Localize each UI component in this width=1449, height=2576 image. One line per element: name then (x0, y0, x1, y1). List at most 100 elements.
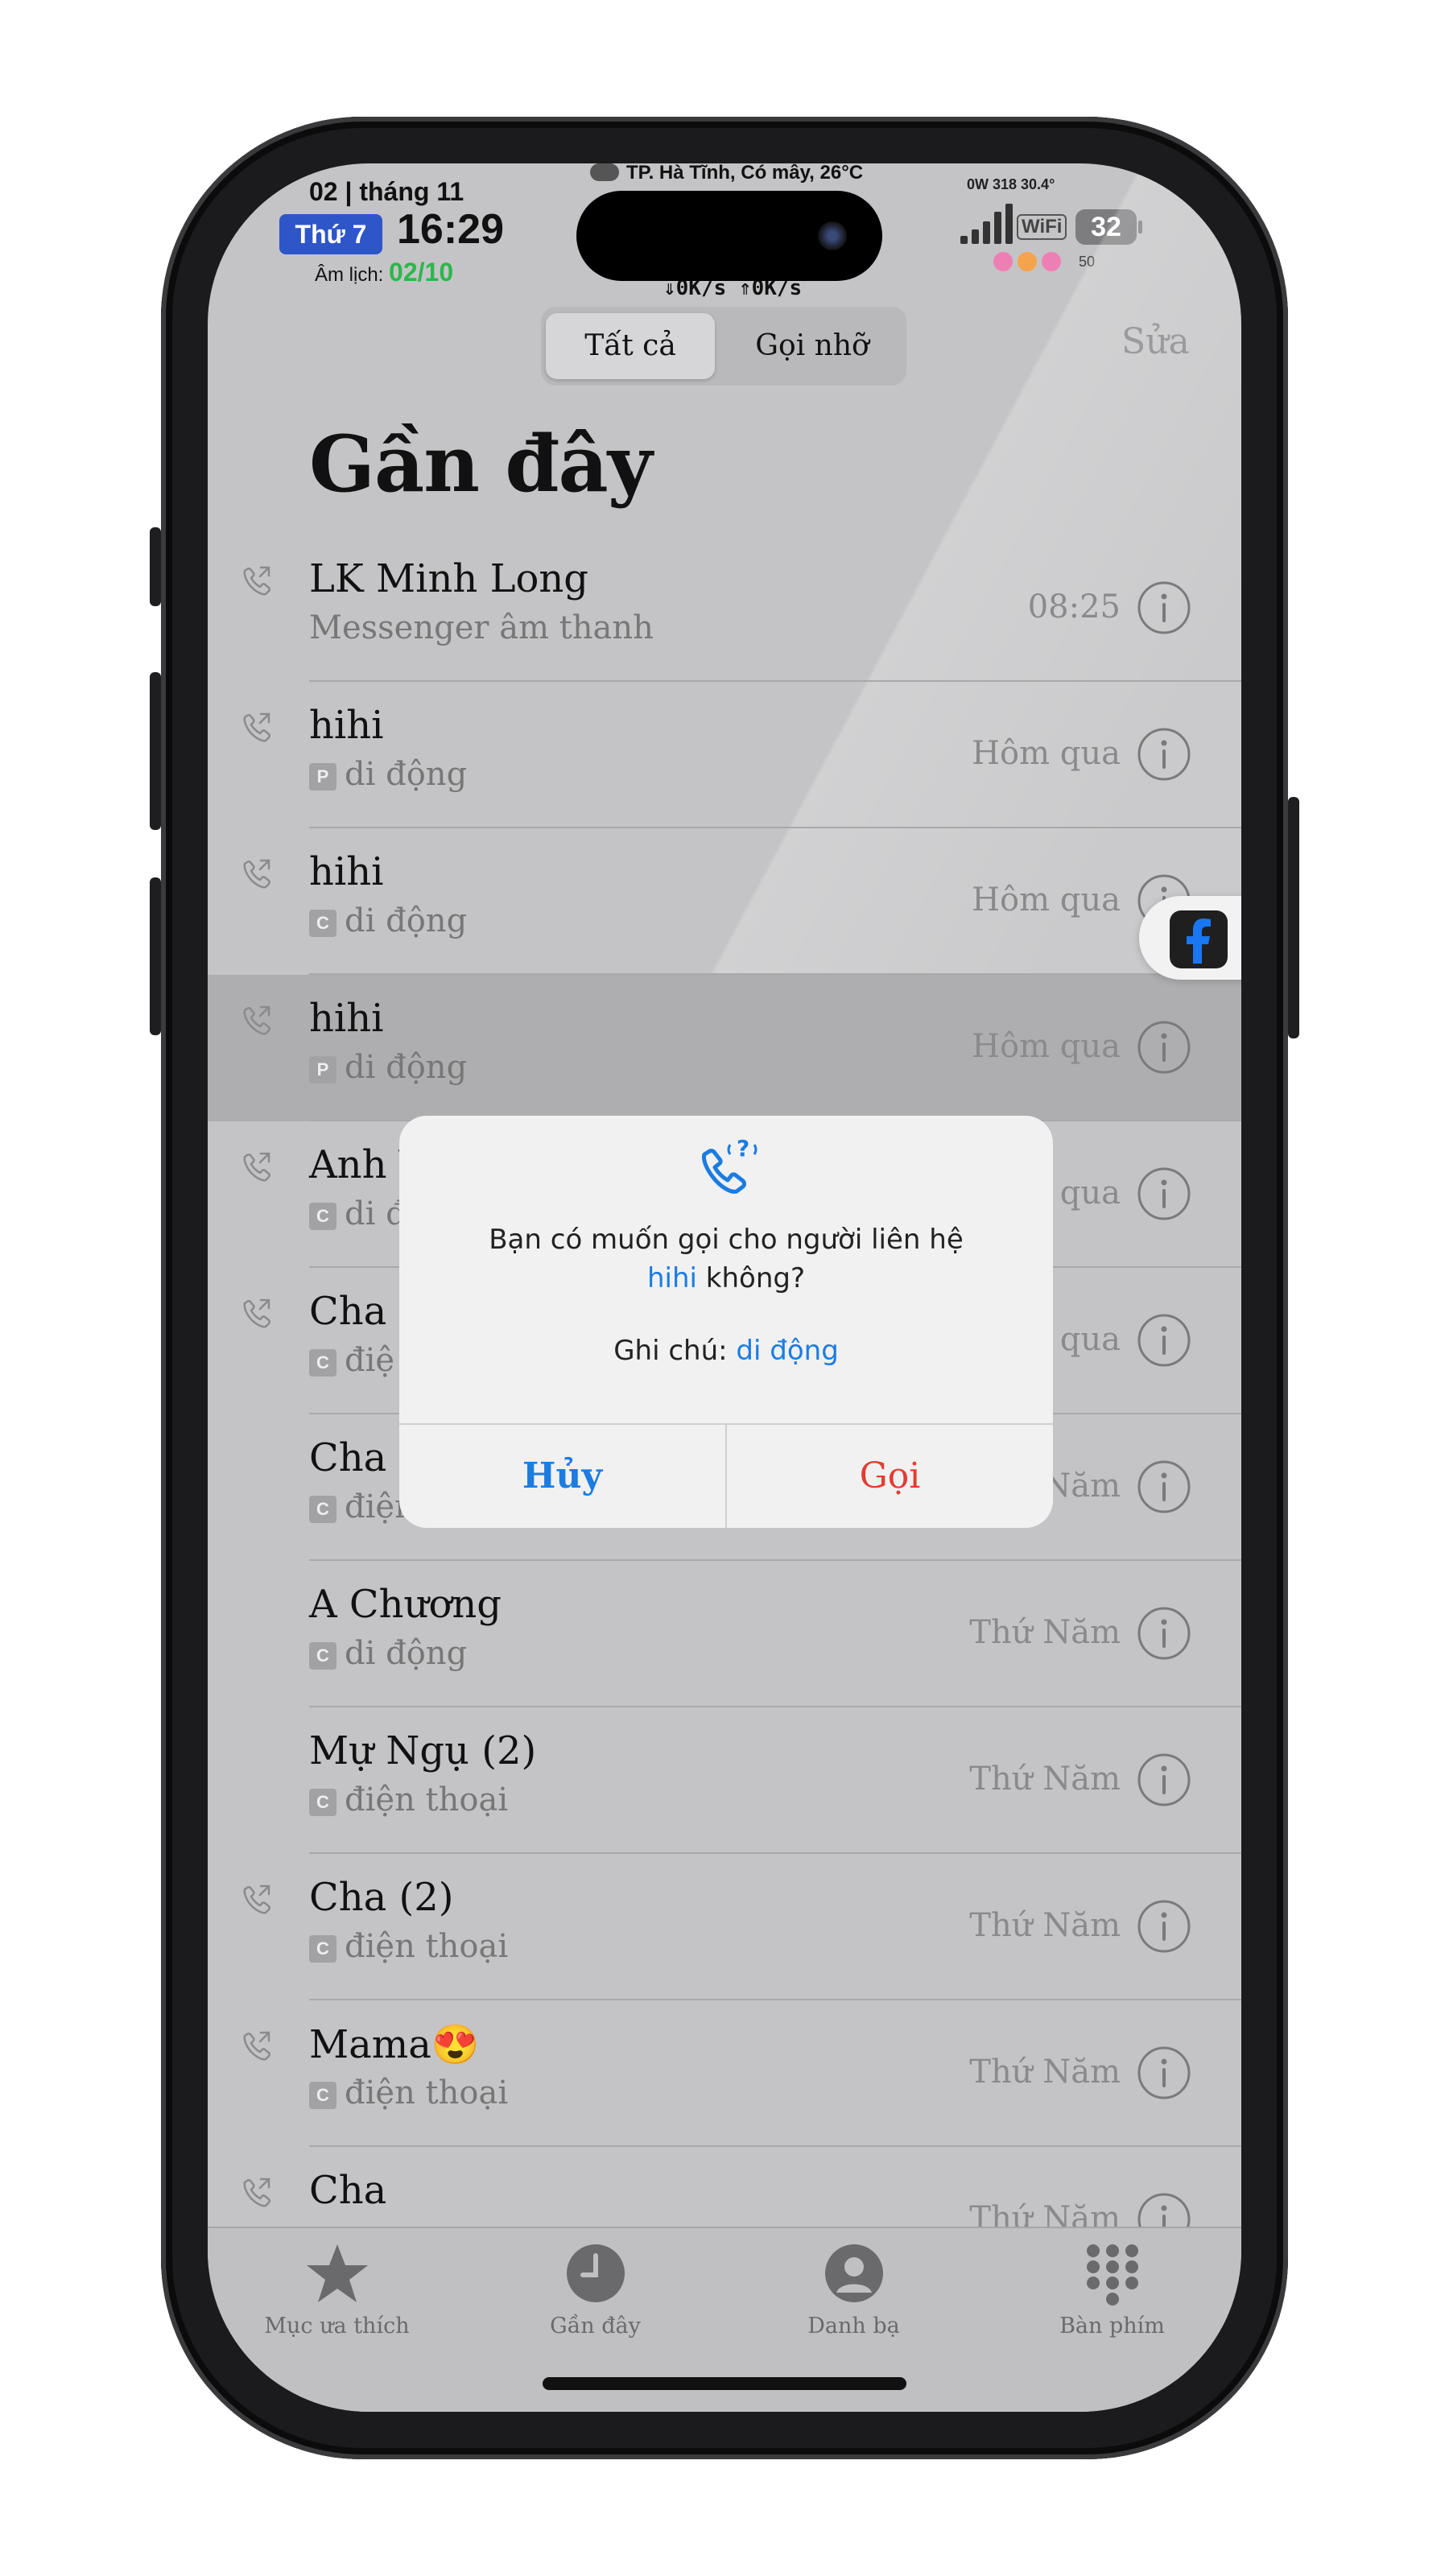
info-icon[interactable] (1137, 1020, 1191, 1075)
call-row[interactable]: A Chương Cdi động Thứ Năm (208, 1561, 1241, 1707)
page-title: Gần đây (309, 419, 653, 510)
info-icon[interactable] (1137, 2046, 1191, 2100)
call-time: Hôm qua (972, 881, 1121, 919)
volume-down-button (150, 877, 161, 1035)
call-type: Messenger âm thanh (309, 609, 654, 646)
call-type: Cđiện thoại (309, 1781, 508, 1818)
call-type-label: điệ (345, 1342, 395, 1379)
call-contact-name: Mama😍 (309, 2022, 480, 2067)
dialog-note: Ghi chú: di động (399, 1335, 1053, 1367)
tab-contacts-label: Danh bạ (807, 2314, 900, 2339)
info-icon[interactable] (1137, 1313, 1191, 1368)
power-button (1288, 797, 1299, 1038)
tab-favorites[interactable]: Mục ưa thích (208, 2241, 466, 2339)
tab-contacts[interactable]: Danh bạ (724, 2241, 983, 2339)
call-contact-name: Mự Ngụ (2) (309, 1728, 537, 1773)
lunar-label: Âm lịch: (315, 264, 384, 286)
call-time: qua (1059, 1174, 1121, 1212)
call-contact-name: hihi (309, 703, 384, 748)
info-icon[interactable] (1137, 1459, 1191, 1514)
dialog-note-label: Ghi chú: (613, 1335, 728, 1367)
tab-missed[interactable]: Gọi nhỡ (724, 313, 900, 379)
call-type-label: di động (345, 902, 468, 939)
dialog-message-suffix: không? (705, 1262, 806, 1294)
info-icon[interactable] (1137, 1166, 1191, 1221)
home-indicator[interactable] (543, 2377, 906, 2390)
call-contact-name: A Chương (309, 1582, 502, 1627)
outgoing-call-icon (238, 563, 274, 598)
call-type-label: Messenger âm thanh (309, 609, 654, 646)
sim-badge: C (309, 2082, 336, 2109)
call-row[interactable]: hihi Pdi động Hôm qua (208, 975, 1241, 1121)
power-stats: 0W 318 30.4° (967, 176, 1055, 192)
dynamic-island (576, 191, 882, 281)
call-contact-name: LK Minh Long (309, 556, 588, 601)
call-contact-name: Cha ( (309, 1289, 415, 1334)
outgoing-call-icon (238, 2028, 274, 2063)
info-icon[interactable] (1137, 1752, 1191, 1807)
sim-badge: C (309, 910, 336, 937)
speaker-icon (1042, 252, 1061, 271)
info-icon[interactable] (1137, 727, 1191, 782)
dialog-message-text: Bạn có muốn gọi cho người liên hệ (489, 1224, 964, 1256)
outgoing-call-icon (238, 1149, 274, 1184)
outgoing-call-icon (238, 1002, 274, 1038)
lunar-value: 02/10 (389, 258, 454, 287)
call-contact-name: Cha (2) (309, 1875, 454, 1920)
status-date: 02 | tháng 11 (309, 177, 464, 206)
info-icon[interactable] (1137, 1899, 1191, 1954)
cancel-button[interactable]: Hủy (399, 1425, 725, 1528)
call-type-label: di động (345, 756, 468, 793)
sim-badge: P (309, 1056, 336, 1084)
edit-button[interactable]: Sửa (1121, 321, 1190, 362)
call-type-label: điện thoại (345, 1781, 509, 1818)
call-type-label: di động (345, 1635, 468, 1672)
outgoing-call-icon (238, 1881, 274, 1917)
call-row[interactable]: Mự Ngụ (2) Cđiện thoại Thứ Năm (208, 1707, 1241, 1854)
info-icon[interactable] (1137, 1606, 1191, 1661)
call-contact-name: hihi (309, 996, 384, 1041)
tab-recents[interactable]: Gần đây (466, 2241, 724, 2339)
facebook-icon (1170, 910, 1228, 968)
tab-favorites-label: Mục ưa thích (264, 2314, 410, 2339)
wifi-icon: WiFi (1017, 214, 1067, 240)
call-time: Hôm qua (972, 1028, 1121, 1065)
call-time: Thứ Năm (969, 1761, 1121, 1798)
call-time: Năm (1042, 1468, 1121, 1505)
sim-badge: C (309, 1642, 336, 1670)
call-type-label: di đ (345, 1195, 407, 1232)
call-type: Cdi động (309, 902, 467, 939)
keypad-icon (1086, 2244, 1138, 2306)
call-type: Pdi động (309, 756, 467, 793)
filter-segmented-control[interactable]: Tất cả Gọi nhỡ (541, 307, 906, 386)
sim-badge: P (309, 763, 336, 791)
call-type: Cdi động (309, 1635, 467, 1672)
call-row[interactable]: LK Minh Long Messenger âm thanh 08:25 (208, 535, 1241, 682)
floating-app-bubble[interactable] (1139, 896, 1241, 980)
call-time: Thứ Năm (969, 1907, 1121, 1944)
call-row[interactable]: Cha (2) Cđiện thoại Thứ Năm (208, 1854, 1241, 2000)
call-type: Pdi động (309, 1049, 467, 1086)
tab-all[interactable]: Tất cả (546, 313, 715, 379)
lunar-date: Âm lịch: 02/10 (315, 258, 453, 287)
status-indicators (993, 252, 1061, 271)
cloud-icon (590, 163, 619, 181)
sim-badge: C (309, 1789, 336, 1816)
battery-icon: 32 (1075, 209, 1142, 245)
clock-icon (566, 2244, 625, 2302)
call-time: Hôm qua (972, 735, 1121, 772)
call-button[interactable]: Gọi (727, 1425, 1053, 1528)
volume-level: 50 (1079, 254, 1096, 270)
call-row[interactable]: hihi Pdi động Hôm qua (208, 682, 1241, 828)
call-row[interactable]: Mama😍 Cđiện thoại Thứ Năm (208, 2000, 1241, 2147)
call-type-label: điện thoại (345, 2074, 509, 2112)
call-row[interactable]: hihi Cdi động Hôm qua (208, 828, 1241, 975)
call-time: qua (1059, 1321, 1121, 1358)
call-time: Thứ Năm (969, 1614, 1121, 1651)
tab-recents-label: Gần đây (550, 2314, 641, 2339)
info-icon[interactable] (1137, 580, 1191, 635)
dialog-note-value: di động (736, 1335, 839, 1367)
outgoing-call-icon (238, 1295, 274, 1331)
outgoing-call-icon (238, 709, 274, 745)
tab-keypad[interactable]: Bàn phím (983, 2241, 1241, 2339)
